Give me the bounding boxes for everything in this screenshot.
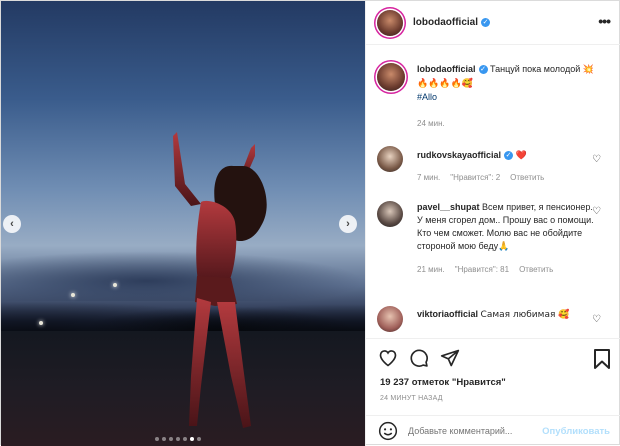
author-avatar[interactable] bbox=[377, 9, 403, 36]
publish-button[interactable]: Опубликовать bbox=[542, 426, 610, 437]
caption-text: Танцуй пока молодой bbox=[490, 64, 581, 74]
verified-icon: ✓ bbox=[481, 17, 490, 27]
carousel-dot bbox=[183, 437, 187, 441]
like-heart-icon[interactable] bbox=[378, 348, 398, 368]
verified-icon: ✓ bbox=[504, 151, 514, 161]
author-username-text[interactable]: lobodaofficial bbox=[413, 17, 478, 28]
carousel-indicator bbox=[155, 437, 201, 441]
comment-time[interactable]: 21 мин. bbox=[417, 263, 445, 276]
street-light bbox=[113, 283, 117, 287]
comment-meta: 21 мин. "Нравится": 81 Ответить bbox=[417, 263, 597, 276]
comment-input[interactable] bbox=[408, 426, 528, 436]
post-side-panel: lobodaofficial ✓ ••• lobodaofficial ✓ Танц… bbox=[365, 1, 620, 446]
commenter-avatar[interactable] bbox=[377, 201, 403, 227]
carousel-dot bbox=[197, 437, 201, 441]
comment-body: rudkovskayaofficial ✓ ❤️ 7 мин. "Нравится… bbox=[417, 149, 597, 184]
instagram-post: ‹ › lobodaofficial ✓ ••• lobodaofficial ✓ … bbox=[0, 0, 620, 446]
verified-icon: ✓ bbox=[478, 65, 488, 75]
street-light bbox=[39, 321, 43, 325]
comment-meta: 7 мин. "Нравится": 2 Ответить bbox=[417, 171, 597, 184]
comment-text: Самая любимая 🥰 bbox=[480, 310, 570, 320]
comment-body: viktoriaofficial Самая любимая 🥰 bbox=[417, 308, 597, 322]
post-header: lobodaofficial ✓ ••• bbox=[366, 1, 620, 45]
commenter-avatar[interactable] bbox=[377, 146, 403, 172]
comment-body: pavel__shupat Всем привет, я пенсионер. … bbox=[417, 201, 597, 276]
carousel-dot bbox=[176, 437, 180, 441]
comment-likes[interactable]: "Нравится": 81 bbox=[455, 263, 509, 276]
dancer-silhouette bbox=[173, 132, 267, 428]
comment-bubble-icon[interactable] bbox=[409, 348, 429, 368]
caption-meta: 24 мин. bbox=[417, 117, 597, 130]
add-comment-bar: Опубликовать bbox=[366, 415, 620, 446]
comment-text: ❤️ bbox=[515, 151, 527, 161]
save-bookmark-icon[interactable] bbox=[592, 348, 612, 370]
post-actions: 19 237 отметок "Нравится" 24 минут назад bbox=[366, 338, 620, 402]
previous-photo-button[interactable]: ‹ bbox=[3, 215, 21, 233]
street-light bbox=[71, 293, 75, 297]
caption-body: lobodaofficial ✓ Танцуй пока молодой 💥🔥🔥🔥… bbox=[417, 63, 597, 130]
likes-count[interactable]: 19 237 отметок "Нравится" bbox=[380, 377, 506, 388]
comment-username[interactable]: pavel__shupat bbox=[417, 202, 480, 212]
more-options-icon[interactable]: ••• bbox=[598, 13, 611, 29]
caption-username[interactable]: lobodaofficial bbox=[417, 64, 476, 74]
carousel-dot bbox=[155, 437, 159, 441]
comments-list: lobodaofficial ✓ Танцуй пока молодой 💥🔥🔥🔥… bbox=[366, 46, 620, 338]
carousel-dot bbox=[169, 437, 173, 441]
comment-time[interactable]: 7 мин. bbox=[417, 171, 440, 184]
comment-username[interactable]: viktoriaofficial bbox=[417, 309, 478, 319]
post-photo[interactable]: ‹ › bbox=[1, 1, 365, 446]
like-comment-icon[interactable]: ♡ bbox=[592, 154, 601, 165]
carousel-dot bbox=[190, 437, 194, 441]
caption-author-avatar[interactable] bbox=[377, 63, 405, 91]
emoji-smiley-icon[interactable] bbox=[378, 421, 398, 441]
reply-button[interactable]: Ответить bbox=[519, 263, 553, 276]
post-timestamp[interactable]: 24 минут назад bbox=[380, 395, 443, 402]
commenter-avatar[interactable] bbox=[377, 306, 403, 332]
like-comment-icon[interactable]: ♡ bbox=[592, 314, 601, 325]
caption-hashtag[interactable]: #Allo bbox=[417, 92, 437, 102]
comment-likes[interactable]: "Нравится": 2 bbox=[450, 171, 500, 184]
reply-button[interactable]: Ответить bbox=[510, 171, 544, 184]
next-photo-button[interactable]: › bbox=[339, 215, 357, 233]
share-paper-plane-icon[interactable] bbox=[440, 348, 460, 368]
caption-time[interactable]: 24 мин. bbox=[417, 117, 445, 130]
like-comment-icon[interactable]: ♡ bbox=[592, 206, 601, 217]
carousel-dot bbox=[162, 437, 166, 441]
action-icons bbox=[378, 348, 460, 368]
author-username[interactable]: lobodaofficial ✓ bbox=[413, 17, 490, 28]
comment-username[interactable]: rudkovskayaofficial bbox=[417, 150, 501, 160]
